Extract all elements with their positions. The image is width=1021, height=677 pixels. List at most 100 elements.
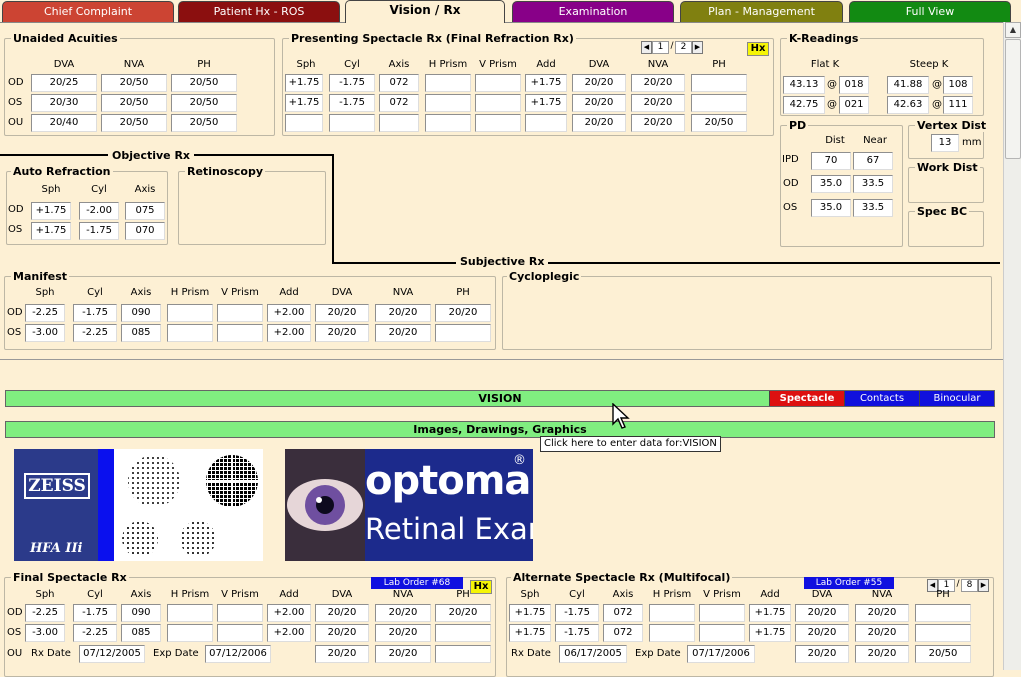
presenting-r0-axis[interactable]: 072 [379, 74, 419, 92]
autoref-od-axis[interactable]: 075 [125, 202, 165, 220]
presenting-r0-sph[interactable]: +1.75 [285, 74, 323, 92]
presenting-r0-dva[interactable]: 20/20 [572, 74, 626, 92]
manifest-r1-axis[interactable]: 085 [121, 324, 161, 342]
autoref-os-axis[interactable]: 070 [125, 222, 165, 240]
alt-ou-nva[interactable]: 20/20 [855, 645, 909, 663]
presenting-r1-add[interactable]: +1.75 [525, 94, 567, 112]
alt-ou-ph[interactable]: 20/50 [915, 645, 971, 663]
manifest-r0-ph[interactable]: 20/20 [435, 304, 491, 322]
zeiss-hfa-image[interactable]: ZEISS HFA IIi [14, 449, 263, 561]
presenting-r2-nva[interactable]: 20/20 [631, 114, 685, 132]
unaided-ou-nva[interactable]: 20/50 [101, 114, 167, 132]
steep-k-od-axis[interactable]: 108 [943, 76, 973, 94]
pd-os-dist[interactable]: 35.0 [811, 199, 851, 217]
presenting-r1-ph[interactable] [691, 94, 747, 112]
presenting-r1-vprism[interactable] [475, 94, 521, 112]
presenting-r2-sph[interactable] [285, 114, 323, 132]
unaided-ou-dva[interactable]: 20/40 [31, 114, 97, 132]
final-r1-add[interactable]: +2.00 [267, 624, 311, 642]
final-r0-add[interactable]: +2.00 [267, 604, 311, 622]
final-r0-sph[interactable]: -2.25 [25, 604, 65, 622]
presenting-r1-sph[interactable]: +1.75 [285, 94, 323, 112]
tab-plan-management[interactable]: Plan - Management [680, 1, 843, 22]
pd-od-dist[interactable]: 35.0 [811, 175, 851, 193]
next-page-button[interactable]: ▶ [978, 579, 989, 592]
alt-r0-sph[interactable]: +1.75 [509, 604, 551, 622]
steep-k-os[interactable]: 42.63 [887, 96, 929, 114]
final-rx-date[interactable]: 07/12/2005 [79, 645, 145, 663]
final-r0-ph[interactable]: 20/20 [435, 604, 491, 622]
final-r1-hprism[interactable] [167, 624, 213, 642]
presenting-r2-add[interactable] [525, 114, 567, 132]
presenting-r0-ph[interactable] [691, 74, 747, 92]
vertex-dist-input[interactable]: 13 [931, 134, 959, 152]
manifest-r0-cyl[interactable]: -1.75 [73, 304, 117, 322]
pd-ipd-dist[interactable]: 70 [811, 152, 851, 170]
presenting-r2-vprism[interactable] [475, 114, 521, 132]
manifest-r0-nva[interactable]: 20/20 [375, 304, 431, 322]
alt-r1-sph[interactable]: +1.75 [509, 624, 551, 642]
final-exp-date[interactable]: 07/12/2006 [205, 645, 271, 663]
images-drawings-bar[interactable]: Images, Drawings, Graphics [5, 421, 995, 438]
unaided-od-nva[interactable]: 20/50 [101, 74, 167, 92]
manifest-r1-nva[interactable]: 20/20 [375, 324, 431, 342]
presenting-hx-button[interactable]: Hx [747, 42, 769, 56]
presenting-r1-hprism[interactable] [425, 94, 471, 112]
alt-ou-dva[interactable]: 20/20 [795, 645, 849, 663]
flat-k-od[interactable]: 43.13 [783, 76, 825, 94]
alt-r0-dva[interactable]: 20/20 [795, 604, 849, 622]
presenting-r0-add[interactable]: +1.75 [525, 74, 567, 92]
alt-r0-ph[interactable] [915, 604, 971, 622]
unaided-os-dva[interactable]: 20/30 [31, 94, 97, 112]
pd-os-near[interactable]: 33.5 [853, 199, 893, 217]
manifest-r0-axis[interactable]: 090 [121, 304, 161, 322]
presenting-r2-dva[interactable]: 20/20 [572, 114, 626, 132]
presenting-r0-cyl[interactable]: -1.75 [329, 74, 375, 92]
manifest-r1-hprism[interactable] [167, 324, 213, 342]
manifest-r1-sph[interactable]: -3.00 [25, 324, 65, 342]
presenting-r0-nva[interactable]: 20/20 [631, 74, 685, 92]
presenting-r0-hprism[interactable] [425, 74, 471, 92]
final-r0-dva[interactable]: 20/20 [315, 604, 369, 622]
alt-r1-add[interactable]: +1.75 [749, 624, 791, 642]
flat-k-os[interactable]: 42.75 [783, 96, 825, 114]
presenting-r1-dva[interactable]: 20/20 [572, 94, 626, 112]
manifest-r1-ph[interactable] [435, 324, 491, 342]
manifest-r0-add[interactable]: +2.00 [267, 304, 311, 322]
autoref-od-sph[interactable]: +1.75 [31, 202, 71, 220]
pd-ipd-near[interactable]: 67 [853, 152, 893, 170]
alt-r0-vprism[interactable] [699, 604, 745, 622]
tab-full-view[interactable]: Full View [849, 1, 1011, 22]
alt-lab-order-link[interactable]: Lab Order #55 [804, 577, 894, 589]
spectacle-button[interactable]: Spectacle [769, 391, 844, 406]
unaided-os-ph[interactable]: 20/50 [171, 94, 237, 112]
final-r1-axis[interactable]: 085 [121, 624, 161, 642]
unaided-od-ph[interactable]: 20/50 [171, 74, 237, 92]
final-ou-nva[interactable]: 20/20 [375, 645, 431, 663]
vertical-scrollbar[interactable]: ▲ [1003, 22, 1021, 670]
manifest-r1-vprism[interactable] [217, 324, 263, 342]
manifest-r1-add[interactable]: +2.00 [267, 324, 311, 342]
presenting-r2-ph[interactable]: 20/50 [691, 114, 747, 132]
flat-k-os-axis[interactable]: 021 [839, 96, 869, 114]
alt-r0-cyl[interactable]: -1.75 [555, 604, 599, 622]
flat-k-od-axis[interactable]: 018 [839, 76, 869, 94]
final-r0-vprism[interactable] [217, 604, 263, 622]
prev-page-button[interactable]: ◀ [641, 41, 652, 54]
final-r1-nva[interactable]: 20/20 [375, 624, 431, 642]
unaided-od-dva[interactable]: 20/25 [31, 74, 97, 92]
alt-r1-hprism[interactable] [649, 624, 695, 642]
final-r1-cyl[interactable]: -2.25 [73, 624, 117, 642]
alt-r1-ph[interactable] [915, 624, 971, 642]
alt-r1-cyl[interactable]: -1.75 [555, 624, 599, 642]
autoref-od-cyl[interactable]: -2.00 [79, 202, 119, 220]
alt-r0-add[interactable]: +1.75 [749, 604, 791, 622]
final-r1-vprism[interactable] [217, 624, 263, 642]
final-r0-cyl[interactable]: -1.75 [73, 604, 117, 622]
final-r0-axis[interactable]: 090 [121, 604, 161, 622]
final-r0-nva[interactable]: 20/20 [375, 604, 431, 622]
autoref-os-cyl[interactable]: -1.75 [79, 222, 119, 240]
tab-patient-hx-ros[interactable]: Patient Hx - ROS [178, 1, 340, 22]
vision-bar[interactable]: VISION Spectacle Contacts Binocular [5, 390, 995, 407]
manifest-r1-cyl[interactable]: -2.25 [73, 324, 117, 342]
